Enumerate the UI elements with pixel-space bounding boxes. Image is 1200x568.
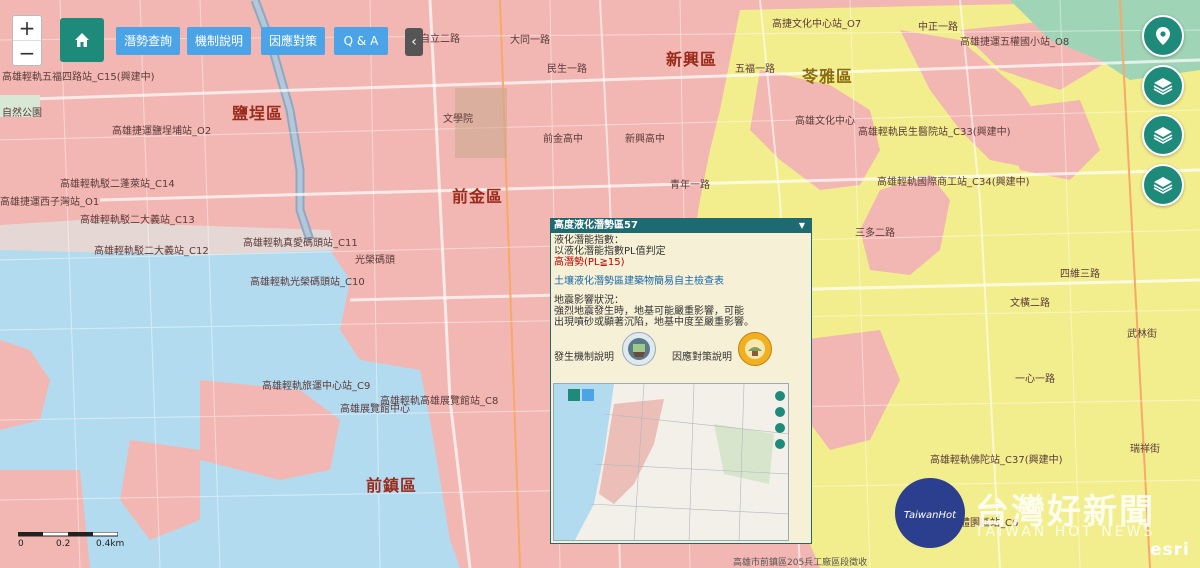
map-label: 武林街 xyxy=(1127,329,1157,340)
map-label: 高雄輕軌駁二大義站_C12 xyxy=(94,246,209,257)
map-label: 高雄輕軌佛陀站_C37(興建中) xyxy=(930,455,1063,466)
map-label: 高雄文化中心 xyxy=(795,116,855,127)
map-label: 高雄捷運西子灣站_O1 xyxy=(0,197,100,208)
watermark-logo: TaiwanHot xyxy=(895,478,965,548)
qa-button[interactable]: Q & A xyxy=(334,27,388,55)
layers-icon xyxy=(1153,127,1173,144)
scale-tick: 0.4km xyxy=(96,539,125,549)
map-label: 高雄捷運五權國小站_O8 xyxy=(960,37,1070,48)
map-label: 文橫二路 xyxy=(1010,298,1050,309)
mini-map-preview[interactable] xyxy=(553,383,789,541)
map-label: 自然公園 xyxy=(2,108,42,119)
popup-body: 液化潛能指數： 以液化潛能指數PL值判定 高潛勢(PL≧15) 土壤液化潛勢區建… xyxy=(551,233,811,374)
map-label: 高雄輕軌駁二大義站_C13 xyxy=(80,215,195,226)
district-label-qianzhen: 前鎮區 xyxy=(366,476,418,495)
location-fab[interactable] xyxy=(1142,15,1184,57)
map-label: 新興高中 xyxy=(625,134,665,145)
map-label: 高雄輕軌國際商工站_C34(興建中) xyxy=(877,177,1030,188)
zoom-control: + − xyxy=(12,15,42,66)
map-label: 五福一路 xyxy=(735,64,775,75)
popup-header: 高度液化潛勢區57 ▼ xyxy=(551,219,811,233)
svg-text:TaiwanHot: TaiwanHot xyxy=(904,510,957,521)
map-pin-icon xyxy=(1156,27,1170,45)
popup-actions: 發生機制說明 因應對策說明 xyxy=(554,328,808,372)
popup-line: 地震影響狀況： xyxy=(554,295,624,306)
map-label: 高雄輕軌高雄展覽館站_C8 xyxy=(380,396,499,407)
checklist-link[interactable]: 土壤液化潛勢區建築物簡易自主檢查表 xyxy=(554,276,808,287)
layers-icon xyxy=(1153,78,1173,95)
mechanism-icon[interactable] xyxy=(622,332,656,366)
map-label: 高雄輕軌駁二蓬萊站_C14 xyxy=(60,179,175,190)
map-label: 高雄輕軌五福四路站_C15(興建中) xyxy=(2,72,155,83)
map-label: 瑞祥街 xyxy=(1130,444,1160,455)
map-label: 文學院 xyxy=(443,114,473,125)
layers-fab[interactable] xyxy=(1142,164,1184,206)
scale-tick: 0 xyxy=(18,539,24,549)
map-label: 高雄輕軌真愛碼頭站_C11 xyxy=(243,238,358,249)
map-label: 大同一路 xyxy=(510,35,550,46)
home-button[interactable] xyxy=(60,18,104,62)
map-label: 光榮碼頭 xyxy=(355,255,395,266)
mechanism-label: 發生機制說明 xyxy=(554,352,614,363)
district-label-yancheng: 鹽埕區 xyxy=(232,104,284,123)
district-label-xinxing: 新興區 xyxy=(666,50,718,69)
map-label: 高雄輕軌旅運中心站_C9 xyxy=(262,381,371,392)
popup-title: 高度液化潛勢區57 xyxy=(554,220,638,231)
mechanism-button[interactable]: 機制說明 xyxy=(187,27,251,55)
map-label: 高雄捷運鹽埕埔站_O2 xyxy=(112,126,212,137)
map-label: 自立二路 xyxy=(420,34,460,45)
response-icon[interactable] xyxy=(738,332,772,366)
layers-fab[interactable] xyxy=(1142,65,1184,107)
scale-bar: 0 0.2 0.4km xyxy=(18,532,124,549)
zoom-out-button[interactable]: − xyxy=(13,41,41,65)
info-popup: 高度液化潛勢區57 ▼ 液化潛能指數： 以液化潛能指數PL值判定 高潛勢(PL≧… xyxy=(550,218,812,544)
collapse-panel-button[interactable]: ‹ xyxy=(405,28,423,56)
chevron-down-icon[interactable]: ▼ xyxy=(799,219,805,233)
map-credit: 高雄市前鎮區205兵工廠區段徵收 xyxy=(733,558,868,568)
response-label: 因應對策說明 xyxy=(672,352,732,363)
district-label-lingya: 苓雅區 xyxy=(802,67,854,86)
query-button[interactable]: 潛勢查詢 xyxy=(116,27,180,55)
response-button[interactable]: 因應對策 xyxy=(261,27,325,55)
map-label: 高捷文化中心站_O7 xyxy=(772,19,862,30)
zoom-in-button[interactable]: + xyxy=(13,16,41,41)
map-label: 前金高中 xyxy=(543,134,583,145)
home-icon xyxy=(75,33,89,47)
map-label: 三多二路 xyxy=(855,228,895,239)
layers-fab[interactable] xyxy=(1142,114,1184,156)
map-label: 高雄輕軌光榮碼頭站_C10 xyxy=(250,277,365,288)
map-label: 民生一路 xyxy=(547,64,587,75)
popup-line: 以液化潛能指數PL值判定 xyxy=(554,246,666,257)
map-label: 青年一路 xyxy=(670,180,710,191)
map-label: 一心一路 xyxy=(1015,374,1055,385)
district-label-qianjin: 前金區 xyxy=(452,187,504,206)
map-label: 高雄輕軌民生醫院站_C33(興建中) xyxy=(858,127,1011,138)
layers-icon xyxy=(1153,177,1173,194)
watermark-subtext: TAIWAN HOT NEWS xyxy=(975,524,1156,540)
popup-level: 高潛勢(PL≧15) xyxy=(554,257,625,268)
popup-line: 液化潛能指數： xyxy=(554,235,624,246)
popup-line: 出現噴砂或顯著沉陷，地基中度至嚴重影響。 xyxy=(554,317,754,328)
popup-line: 強烈地震發生時，地基可能嚴重影響，可能 xyxy=(554,306,744,317)
scale-tick: 0.2 xyxy=(56,539,71,549)
map-label: 四維三路 xyxy=(1060,269,1100,280)
map-label: 中正一路 xyxy=(918,22,958,33)
esri-logo: esri xyxy=(1150,540,1190,560)
